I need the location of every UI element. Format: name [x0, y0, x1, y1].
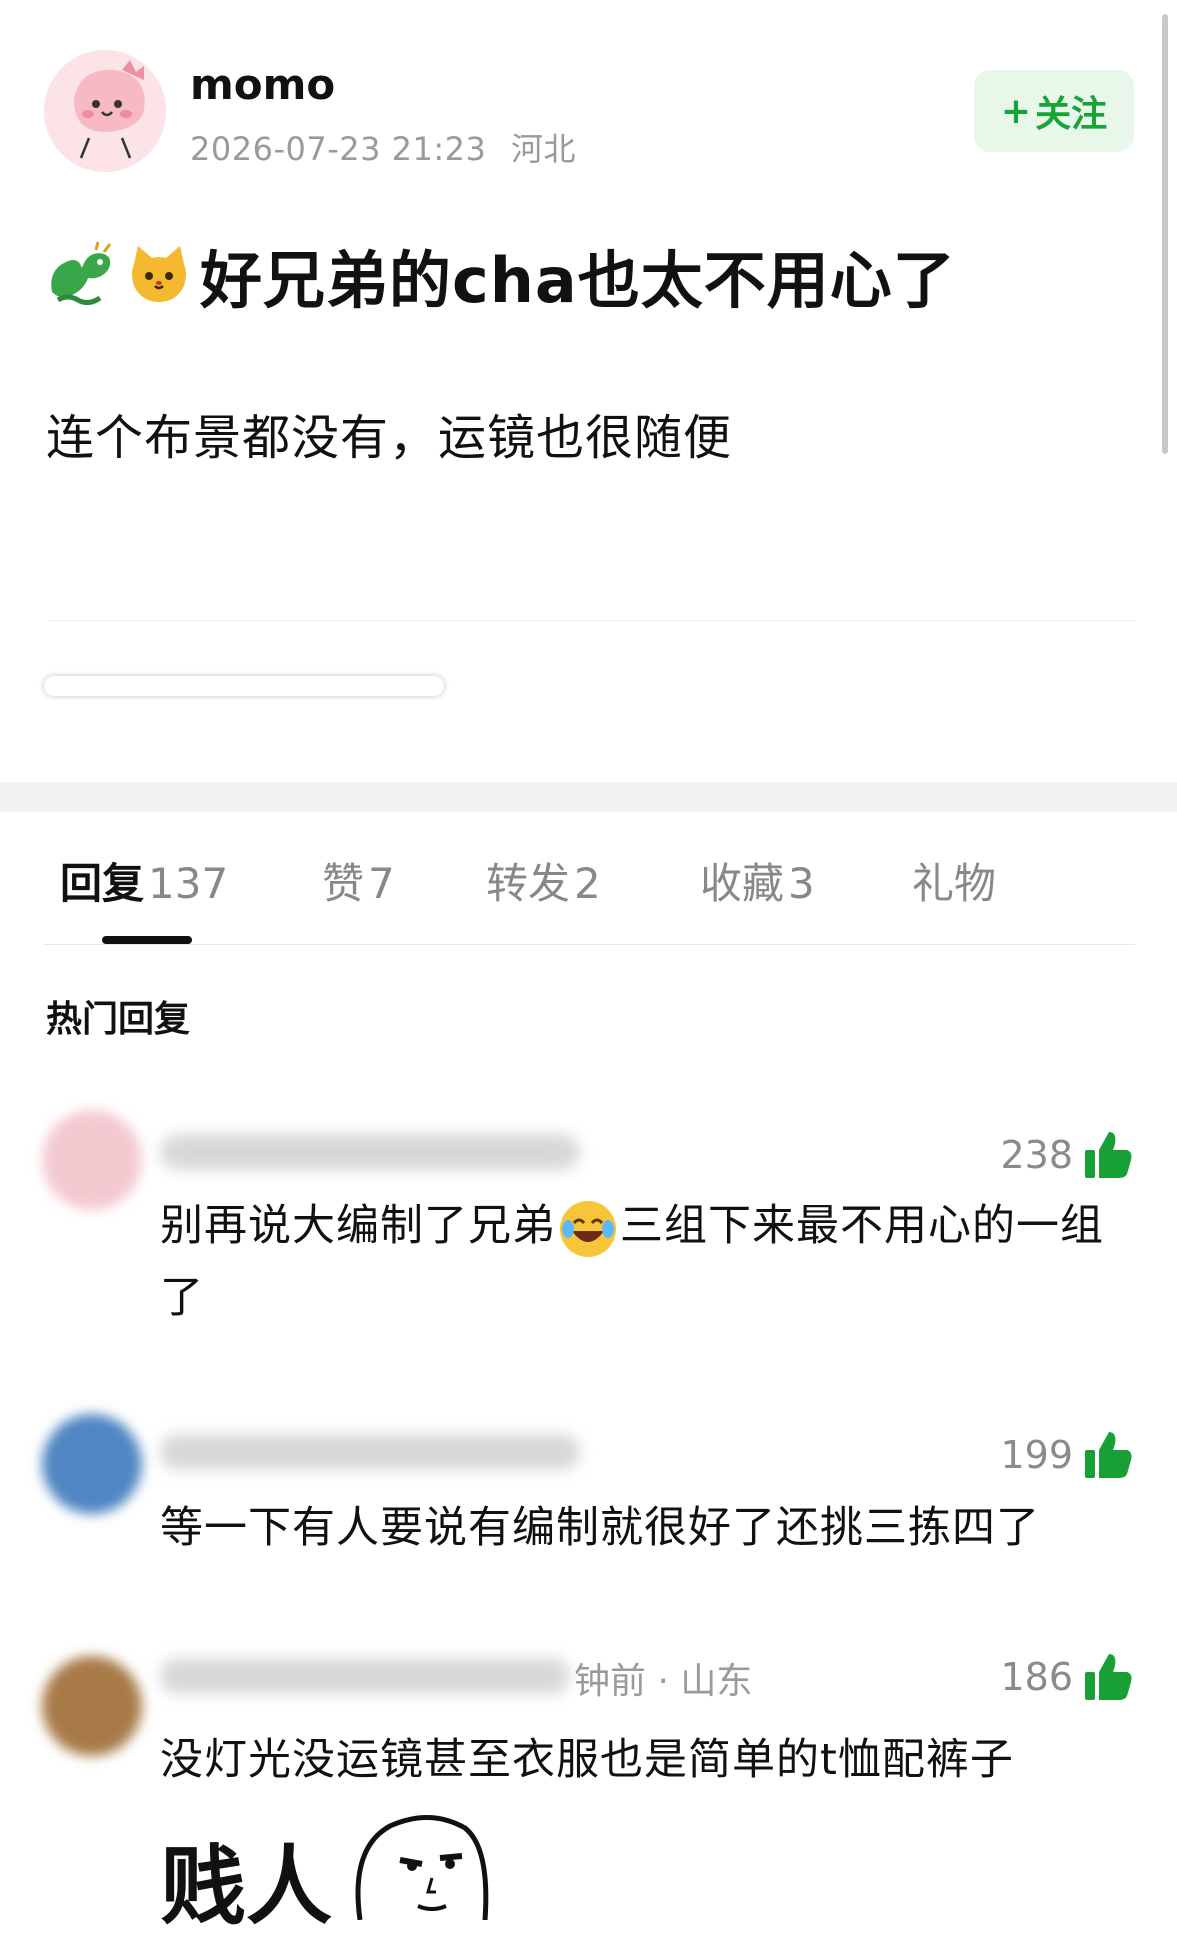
tab-likes[interactable]: 赞7	[322, 850, 395, 911]
media-placeholder	[44, 676, 444, 696]
tab-count: 137	[148, 859, 229, 908]
follow-label: 关注	[1035, 94, 1108, 135]
reply-text: 没灯光没运镜甚至衣服也是简单的t恤配裤子	[160, 1735, 1014, 1785]
like-button[interactable]: 186	[1000, 1652, 1133, 1702]
section-separator	[0, 782, 1177, 812]
tab-favorites[interactable]: 收藏3	[700, 850, 815, 911]
divider	[50, 620, 1135, 621]
post-body: 连个布景都没有，运镜也很随便	[46, 410, 733, 466]
tab-active-indicator	[102, 936, 192, 944]
reply-meta-blurred	[160, 1434, 580, 1470]
tab-label: 收藏	[700, 859, 785, 908]
thumbs-up-icon	[1085, 1654, 1132, 1700]
tab-bar: 回复137 赞7 转发2 收藏3 礼物	[0, 850, 1177, 910]
reply-text-part: 别再说大编制了兄弟	[160, 1201, 556, 1251]
meme-caption: 贱人	[160, 1837, 332, 1937]
tab-gifts[interactable]: 礼物	[912, 850, 996, 911]
post-title-text: 好兄弟的cha也太不用心了	[200, 244, 956, 317]
reply-avatar[interactable]	[42, 1110, 142, 1210]
hot-replies-title: 热门回复	[46, 999, 191, 1040]
thumbs-up-icon	[1085, 1432, 1132, 1478]
reply-avatar[interactable]	[42, 1414, 142, 1514]
tab-label: 赞	[322, 859, 365, 908]
avatar-image	[44, 50, 166, 172]
thumbs-up-icon	[1085, 1132, 1132, 1178]
reply-text: 等一下有人要说有编制就很好了还挑三拣四了	[160, 1503, 1040, 1553]
post-meta: 2026-07-23 21:23 河北	[190, 124, 576, 170]
like-button[interactable]: 199	[1000, 1430, 1133, 1480]
tabs-divider	[44, 944, 1135, 945]
reply-time-location: 钟前 · 山东	[574, 1661, 753, 1702]
laughing-emoji-icon	[560, 1200, 616, 1257]
meme-face-icon	[355, 1815, 489, 1920]
like-count: 238	[1000, 1133, 1073, 1177]
author-avatar[interactable]	[44, 50, 166, 172]
reply-meme-image[interactable]: 贱人	[160, 1808, 500, 1937]
author-name[interactable]: momo	[190, 60, 335, 109]
post-location: 河北	[511, 130, 577, 168]
reply-meta-blurred	[160, 1658, 570, 1694]
post-title: 好兄弟的cha也太不用心了	[44, 240, 956, 317]
cat-emoji-icon	[132, 246, 186, 302]
tab-label: 回复	[60, 859, 145, 908]
dragon-emoji-icon	[51, 241, 112, 306]
scrollbar-thumb[interactable]	[1162, 14, 1168, 454]
like-button[interactable]: 238	[1000, 1130, 1133, 1180]
tab-label: 礼物	[912, 859, 997, 908]
tab-label: 转发	[486, 859, 571, 908]
reply-item[interactable]: 199 等一下有人要说有编制就很好了还挑三拣四了	[0, 1400, 1177, 1570]
reply-meta-blurred	[160, 1134, 580, 1170]
tab-replies[interactable]: 回复137	[60, 850, 228, 911]
tab-count: 7	[368, 859, 395, 908]
tab-count: 3	[788, 859, 815, 908]
reply-text: 别再说大编制了兄弟 三组下来最不用心的一组了	[160, 1190, 1140, 1334]
like-count: 199	[1000, 1433, 1073, 1477]
tab-count: 2	[574, 859, 601, 908]
reply-item[interactable]: 238 别再说大编制了兄弟 三组下来最不用心的一组了	[0, 1100, 1177, 1330]
like-count: 186	[1000, 1655, 1073, 1699]
follow-button[interactable]: + 关注	[974, 70, 1134, 152]
plus-icon: +	[1000, 90, 1032, 132]
reply-avatar[interactable]	[42, 1656, 142, 1756]
tab-reposts[interactable]: 转发2	[486, 850, 601, 911]
post-time: 2026-07-23 21:23	[190, 130, 487, 168]
